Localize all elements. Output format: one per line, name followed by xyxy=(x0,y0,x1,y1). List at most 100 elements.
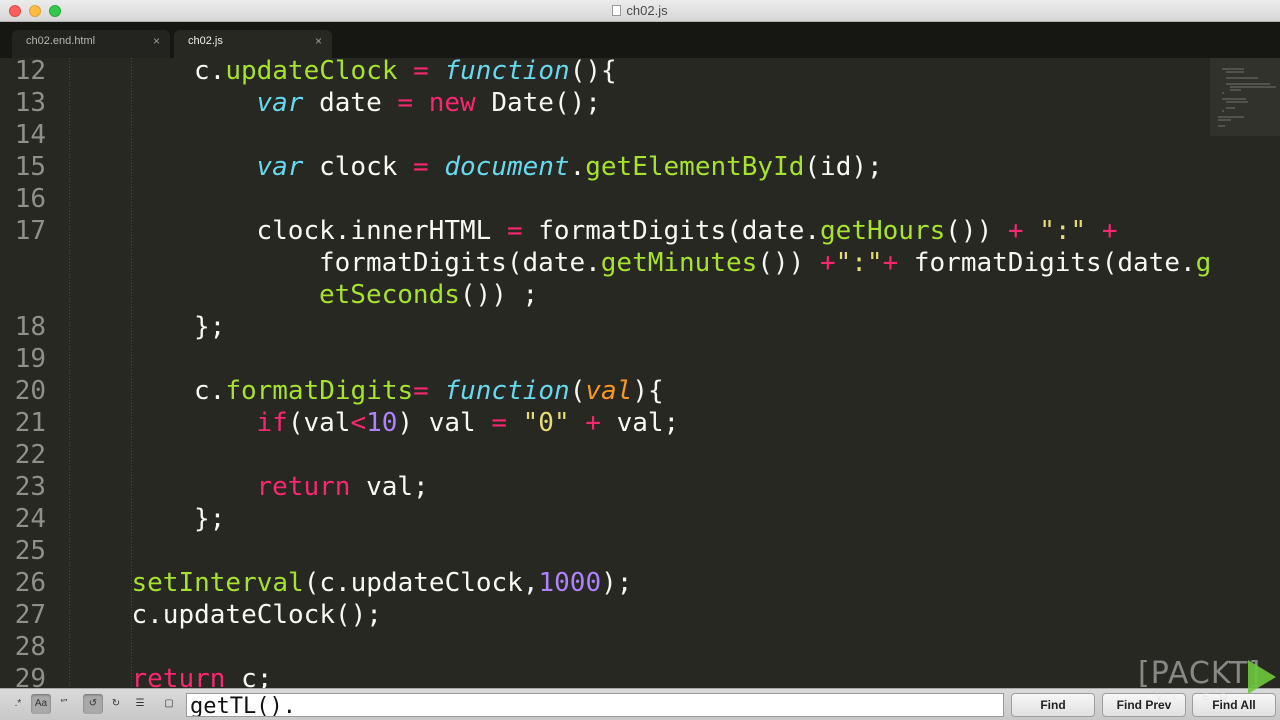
document-icon xyxy=(612,5,622,16)
find-button[interactable]: Find xyxy=(1011,693,1095,717)
code-line[interactable]: 15 var clock = document.getElementById(id… xyxy=(0,151,1210,183)
code-token: = xyxy=(413,376,429,406)
tab-ch02-js[interactable]: ch02.js × xyxy=(174,30,332,58)
code-line[interactable]: etSeconds()) ; xyxy=(0,279,1210,311)
packt-video-watermark: [PACKT] VIDEO xyxy=(1138,656,1278,708)
code-token: . xyxy=(209,58,226,86)
code-token: "0" xyxy=(522,408,570,438)
code-token: }; xyxy=(194,312,226,342)
code-line[interactable]: 23 return val; xyxy=(0,471,1210,503)
code-line[interactable]: 26 setInterval(c.updateClock,1000); xyxy=(0,567,1210,599)
code-line[interactable]: 18}; xyxy=(0,311,1210,343)
code-line[interactable]: 12 c.updateClock = function(){ xyxy=(0,58,1210,87)
code-token: getElementById xyxy=(585,152,805,182)
tab-ch02-end-html[interactable]: ch02.end.html × xyxy=(12,30,170,58)
code-line[interactable]: 14 xyxy=(0,119,1210,151)
code-token: getMinutes xyxy=(600,248,758,278)
line-number: 18 xyxy=(14,312,46,342)
code-line[interactable]: 29 return c; xyxy=(0,663,1210,688)
code-token: return xyxy=(131,664,226,688)
minimap[interactable] xyxy=(1210,58,1280,148)
line-number: 12 xyxy=(14,58,46,86)
code-text: c.updateClock(); xyxy=(132,599,382,631)
code-text: c.updateClock = function(){ xyxy=(194,58,617,87)
minimap-line xyxy=(1230,89,1242,91)
code-line[interactable]: 24}; xyxy=(0,503,1210,535)
minimap-line xyxy=(1226,77,1258,79)
code-line[interactable]: 22 xyxy=(0,439,1210,471)
window-title-text: ch02.js xyxy=(626,3,668,18)
wrap-toggle[interactable]: ↺ xyxy=(83,694,103,714)
code-token: c.updateClock(); xyxy=(131,600,382,630)
code-token: formatDigits xyxy=(225,376,414,406)
code-token: var xyxy=(256,152,304,182)
code-token: c xyxy=(194,58,210,86)
show-context-toggle[interactable]: ▢ xyxy=(159,694,179,714)
highlight-matches-toggle[interactable]: ☰ xyxy=(130,694,150,714)
code-line[interactable]: formatDigits(date.getMinutes()) +":"+ fo… xyxy=(0,247,1212,279)
tab-label: ch02.js xyxy=(188,35,223,47)
code-token: formatDigits(date. xyxy=(319,248,601,278)
code-token: var xyxy=(256,88,304,118)
code-text: c.formatDigits= function(val){ xyxy=(194,375,664,407)
code-line[interactable]: 25 xyxy=(0,535,1210,567)
code-line[interactable]: 13 var date = new Date(); xyxy=(0,87,1210,119)
minimap-line xyxy=(1226,107,1235,109)
tab-bar: ch02.end.html × ch02.js × xyxy=(0,22,1280,58)
code-token: c. xyxy=(194,376,226,406)
code-line[interactable]: 28 xyxy=(0,631,1210,663)
play-icon xyxy=(1248,660,1276,694)
code-token: formatDigits(date. xyxy=(522,216,821,246)
code-token: = xyxy=(413,152,429,182)
code-line[interactable]: 27 c.updateClock(); xyxy=(0,599,1210,631)
in-selection-toggle[interactable]: ↻ xyxy=(106,694,126,714)
code-token: = xyxy=(413,58,429,86)
code-token: formatDigits(date. xyxy=(898,248,1196,278)
minimap-line xyxy=(1226,101,1248,103)
minimap-line xyxy=(1222,110,1224,112)
code-line[interactable]: 20 c.formatDigits= function(val){ xyxy=(0,375,1210,407)
code-text: return c; xyxy=(132,663,273,688)
code-line[interactable]: 16 xyxy=(0,183,1210,215)
line-number: 23 xyxy=(14,472,46,502)
minimap-line xyxy=(1230,86,1276,88)
code-token: (){ xyxy=(569,58,617,86)
code-token: 1000 xyxy=(538,568,602,598)
code-text: if(val<10) val = "0" + val; xyxy=(257,407,680,439)
code-line[interactable]: 19 xyxy=(0,343,1210,375)
code-token: }; xyxy=(194,504,226,534)
code-token: new xyxy=(428,88,476,118)
line-number: 24 xyxy=(14,504,46,534)
code-text: clock.innerHTML = formatDigits(date.getH… xyxy=(257,215,1118,247)
code-editor[interactable]: 12 c.updateClock = function(){13 var date … xyxy=(0,58,1280,688)
find-input[interactable]: getTL(). xyxy=(186,693,1004,717)
code-token: setInterval xyxy=(131,568,304,598)
code-text: etSeconds()) ; xyxy=(319,279,538,311)
code-line[interactable]: 21 if(val<10) val = "0" + val; xyxy=(0,407,1210,439)
title-bar: ch02.js xyxy=(0,0,1280,22)
minimap-line xyxy=(1218,116,1244,118)
line-number: 29 xyxy=(14,664,46,688)
close-tab-icon[interactable]: × xyxy=(153,34,160,48)
code-token: g xyxy=(1195,248,1212,278)
line-number: 13 xyxy=(14,88,46,118)
watermark-brand: [PACKT] xyxy=(1138,656,1262,691)
code-text: }; xyxy=(194,503,225,535)
case-sensitive-toggle[interactable]: Aa xyxy=(31,694,51,714)
whole-word-toggle[interactable]: “” xyxy=(54,694,74,714)
line-number: 14 xyxy=(14,120,46,150)
code-token: ()) xyxy=(757,248,820,278)
code-token: (c.updateClock, xyxy=(303,568,539,598)
code-token: ){ xyxy=(632,376,664,406)
minimap-line xyxy=(1222,68,1244,70)
regex-toggle[interactable]: .* xyxy=(8,694,28,714)
close-tab-icon[interactable]: × xyxy=(315,34,322,48)
code-token: Date(); xyxy=(475,88,601,118)
code-text: return val; xyxy=(257,471,429,503)
code-token: ":" xyxy=(1039,216,1087,246)
code-line[interactable]: 17 clock.innerHTML = formatDigits(date.ge… xyxy=(0,215,1210,247)
